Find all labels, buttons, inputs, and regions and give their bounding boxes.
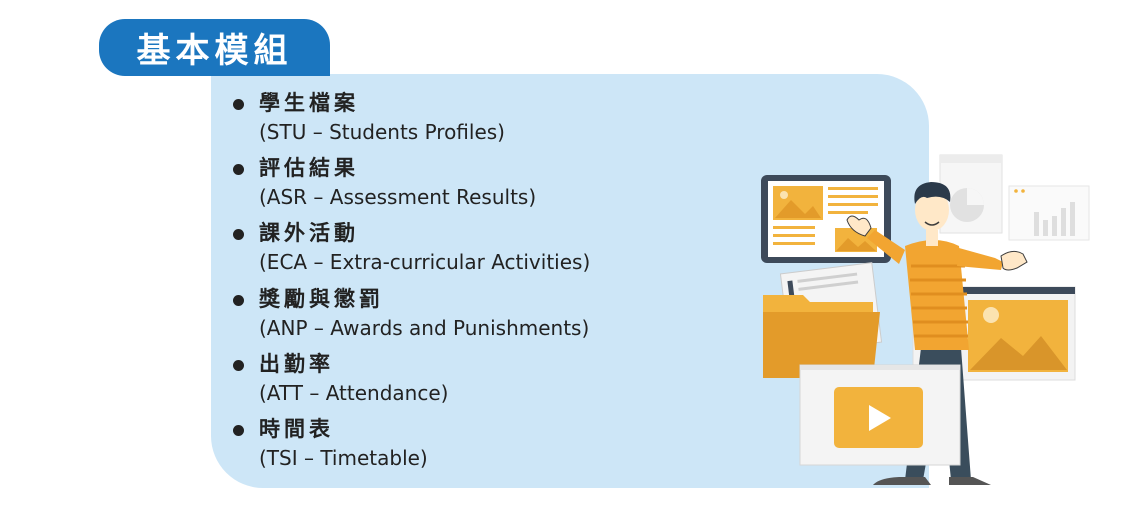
module-item-tsi: 時間表 (TSI – Timetable) [230,414,590,479]
bullet-icon [233,294,244,306]
video-player-card-icon [799,364,961,466]
bullet-icon [233,424,244,436]
module-item-stu: 學生檔案 (STU – Students Profiles) [230,88,590,153]
bullet-icon [233,229,244,241]
bullet-icon [233,359,244,371]
module-name-en: (ECA – Extra-curricular Activities) [259,250,591,275]
module-name-zh: 出勤率 [259,351,334,376]
module-name-en: (TSI – Timetable) [259,445,428,470]
module-item-anp: 獎勵與懲罰 (ANP – Awards and Punishments) [230,284,590,349]
module-name-en: (ASR – Assessment Results) [259,185,537,210]
presenter-illustration [761,154,1090,485]
module-item-att: 出勤率 (ATT – Attendance) [230,349,590,414]
module-name-zh: 評估結果 [259,156,359,181]
bullet-icon [233,99,244,110]
module-name-zh: 時間表 [259,416,334,441]
module-item-asr: 評估結果 (ASR – Assessment Results) [230,153,590,218]
module-name-en: (STU – Students Profiles) [259,120,505,144]
module-name-zh: 獎勵與懲罰 [259,286,384,311]
module-name-en: (ANP – Awards and Punishments) [259,315,590,340]
slide: 基本模組 學生檔案 (STU – Students Profiles) 評估結果… [0,0,1145,509]
bar-chart-card-icon [1008,185,1090,241]
module-name-en: (ATT – Attendance) [259,380,449,405]
bullet-icon [233,164,244,176]
module-item-eca: 課外活動 (ECA – Extra-curricular Activities) [230,218,590,283]
module-name-zh: 課外活動 [259,221,359,246]
module-list: 學生檔案 (STU – Students Profiles) 評估結果 (ASR… [230,88,590,479]
title-tab: 基本模組 [99,19,330,76]
module-name-zh: 學生檔案 [259,91,359,115]
tablet-icon [761,175,891,263]
folder-icon [763,262,883,378]
page-title: 基本模組 [136,31,293,71]
